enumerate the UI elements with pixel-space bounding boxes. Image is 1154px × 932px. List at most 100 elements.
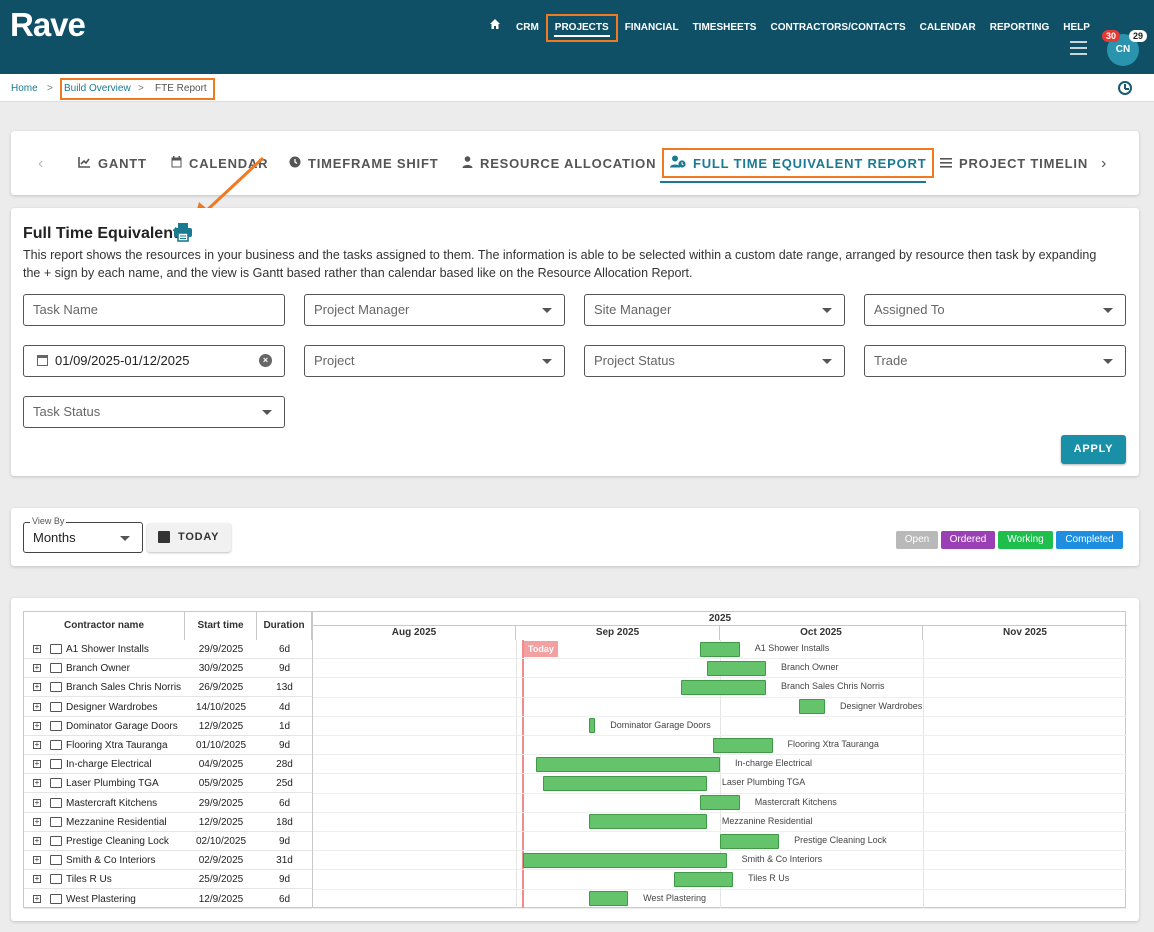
notification-badge-white[interactable]: 29	[1129, 30, 1148, 42]
gantt-task-bar[interactable]	[536, 756, 720, 772]
date-range-value: 01/09/2025-01/12/2025	[55, 353, 190, 368]
table-row[interactable]: + Tiles R Us 25/9/2025 9d	[24, 870, 312, 890]
task-status-select[interactable]: Task Status	[23, 396, 285, 428]
gantt-task-bar[interactable]	[700, 795, 740, 811]
expand-icon[interactable]: +	[33, 779, 41, 788]
duration: 9d	[278, 836, 291, 847]
tab-full-time-equivalent-report[interactable]: FULL TIME EQUIVALENT REPORT	[662, 148, 935, 178]
table-row[interactable]: + Branch Sales Chris Norris 26/9/2025 13d	[24, 678, 312, 698]
expand-icon[interactable]: +	[33, 702, 41, 711]
expand-icon[interactable]: +	[33, 683, 41, 692]
gantt-task-bar[interactable]	[588, 814, 707, 830]
nav-crm[interactable]: CRM	[509, 14, 546, 42]
expand-icon[interactable]: +	[33, 894, 41, 903]
nav-financial[interactable]: FINANCIAL	[618, 14, 686, 42]
table-row[interactable]: + Flooring Xtra Tauranga 01/10/2025 9d	[24, 736, 312, 755]
printer-icon[interactable]	[173, 222, 193, 242]
row-gridline	[313, 811, 1127, 813]
expand-icon[interactable]: +	[33, 721, 41, 730]
table-row[interactable]: + Laser Plumbing TGA 05/9/2025 25d	[24, 774, 312, 794]
project-status-placeholder: Project Status	[594, 353, 675, 368]
gantt-task-bar[interactable]	[706, 660, 766, 676]
table-row[interactable]: + A1 Shower Installs 29/9/2025 6d	[24, 640, 312, 659]
rave-logo[interactable]: Rave	[10, 6, 86, 44]
history-clock-icon[interactable]	[1118, 81, 1132, 95]
view-by-value: Months	[33, 530, 76, 545]
expand-icon[interactable]: +	[33, 837, 41, 845]
dropdown-arrow-icon	[262, 410, 272, 415]
nav-projects[interactable]: PROJECTS	[545, 14, 618, 42]
expand-icon[interactable]: +	[33, 760, 41, 769]
table-row[interactable]: + Dominator Garage Doors 12/9/2025 1d	[24, 717, 312, 736]
expand-icon[interactable]: +	[33, 798, 41, 807]
breadcrumb-home[interactable]: Home	[11, 83, 38, 94]
expand-icon[interactable]: +	[33, 817, 41, 826]
tab-project-timeline[interactable]: PROJECT TIMELIN	[940, 148, 1088, 178]
expand-icon[interactable]: +	[33, 741, 41, 749]
table-row[interactable]: + Mastercraft Kitchens 29/9/2025 6d	[24, 794, 312, 813]
folder-icon	[50, 644, 62, 654]
task-name-input[interactable]: Task Name	[23, 294, 285, 326]
folder-icon	[50, 740, 62, 750]
gantt-task-bar[interactable]	[713, 737, 773, 753]
today-button[interactable]: TODAY	[147, 523, 231, 552]
gantt-task-bar[interactable]	[720, 833, 780, 849]
gantt-task-bar[interactable]	[674, 871, 734, 887]
gantt-task-bar[interactable]	[523, 852, 727, 868]
gantt-task-bar[interactable]	[680, 679, 766, 695]
project-select[interactable]: Project	[304, 345, 565, 377]
table-row[interactable]: + Designer Wardrobes 14/10/2025 4d	[24, 698, 312, 717]
row-gridline	[313, 715, 1127, 717]
site-manager-select[interactable]: Site Manager	[584, 294, 845, 326]
gantt-task-label: Tiles R Us	[748, 873, 790, 884]
home-icon[interactable]	[481, 14, 509, 42]
timeline-month: Aug 2025	[313, 626, 516, 640]
clear-icon[interactable]: ×	[259, 354, 272, 367]
nav-timesheets[interactable]: TIMESHEETS	[686, 14, 764, 42]
notification-badge-red[interactable]: 30	[1102, 30, 1121, 42]
folder-icon	[50, 893, 62, 904]
column-header-contractor[interactable]: Contractor name	[24, 612, 185, 640]
list-icon	[940, 156, 952, 171]
duration: 9d	[278, 663, 291, 675]
gantt-task-bar[interactable]	[542, 775, 707, 791]
expand-icon[interactable]: +	[33, 875, 41, 884]
gantt-task-bar[interactable]	[588, 718, 596, 734]
chevron-right-icon[interactable]: ›	[1101, 155, 1106, 173]
tab-gantt[interactable]: GANTT	[78, 148, 147, 178]
table-row[interactable]: + West Plastering 12/9/2025 6d	[24, 890, 312, 909]
gantt-task-bar[interactable]	[700, 641, 740, 657]
table-row[interactable]: + Mezzanine Residential 12/9/2025 18d	[24, 813, 312, 832]
nav-calendar[interactable]: CALENDAR	[913, 14, 983, 42]
chevron-left-icon[interactable]: ‹	[38, 155, 43, 173]
gantt-task-bar[interactable]	[798, 699, 826, 715]
column-header-start-time[interactable]: Start time	[185, 612, 257, 640]
project-status-select[interactable]: Project Status	[584, 345, 845, 377]
expand-icon[interactable]: +	[33, 664, 41, 673]
start-time: 12/9/2025	[198, 893, 244, 905]
expand-icon[interactable]: +	[33, 645, 41, 653]
nav-reporting[interactable]: REPORTING	[983, 14, 1056, 42]
highlight-box	[60, 78, 215, 100]
folder-icon	[50, 797, 62, 808]
project-manager-select[interactable]: Project Manager	[304, 294, 565, 326]
tab-resource-allocation[interactable]: RESOURCE ALLOCATION	[462, 148, 656, 178]
table-row[interactable]: + Branch Owner 30/9/2025 9d	[24, 659, 312, 679]
nav-help[interactable]: HELP	[1056, 14, 1097, 42]
table-row[interactable]: + Smith & Co Interiors 02/9/2025 31d	[24, 851, 312, 871]
date-range-input[interactable]: 01/09/2025-01/12/2025 ×	[23, 345, 285, 377]
assigned-to-select[interactable]: Assigned To	[864, 294, 1126, 326]
table-row[interactable]: + In-charge Electrical 04/9/2025 28d	[24, 755, 312, 775]
tab-timeframe-shift[interactable]: TIMEFRAME SHIFT	[289, 148, 438, 178]
gantt-task-bar[interactable]	[588, 891, 629, 907]
trade-select[interactable]: Trade	[864, 345, 1126, 377]
table-row[interactable]: + Prestige Cleaning Lock 02/10/2025 9d	[24, 832, 312, 851]
contractor-name: Prestige Cleaning Lock	[66, 836, 169, 847]
hamburger-menu-icon[interactable]	[1070, 41, 1087, 55]
apply-button[interactable]: APPLY	[1061, 435, 1126, 464]
expand-icon[interactable]: +	[33, 856, 41, 865]
nav-contractors-contacts[interactable]: CONTRACTORS/CONTACTS	[763, 14, 912, 42]
dropdown-arrow-icon	[120, 536, 130, 541]
start-time: 12/9/2025	[198, 720, 244, 732]
column-header-duration[interactable]: Duration	[257, 612, 312, 640]
